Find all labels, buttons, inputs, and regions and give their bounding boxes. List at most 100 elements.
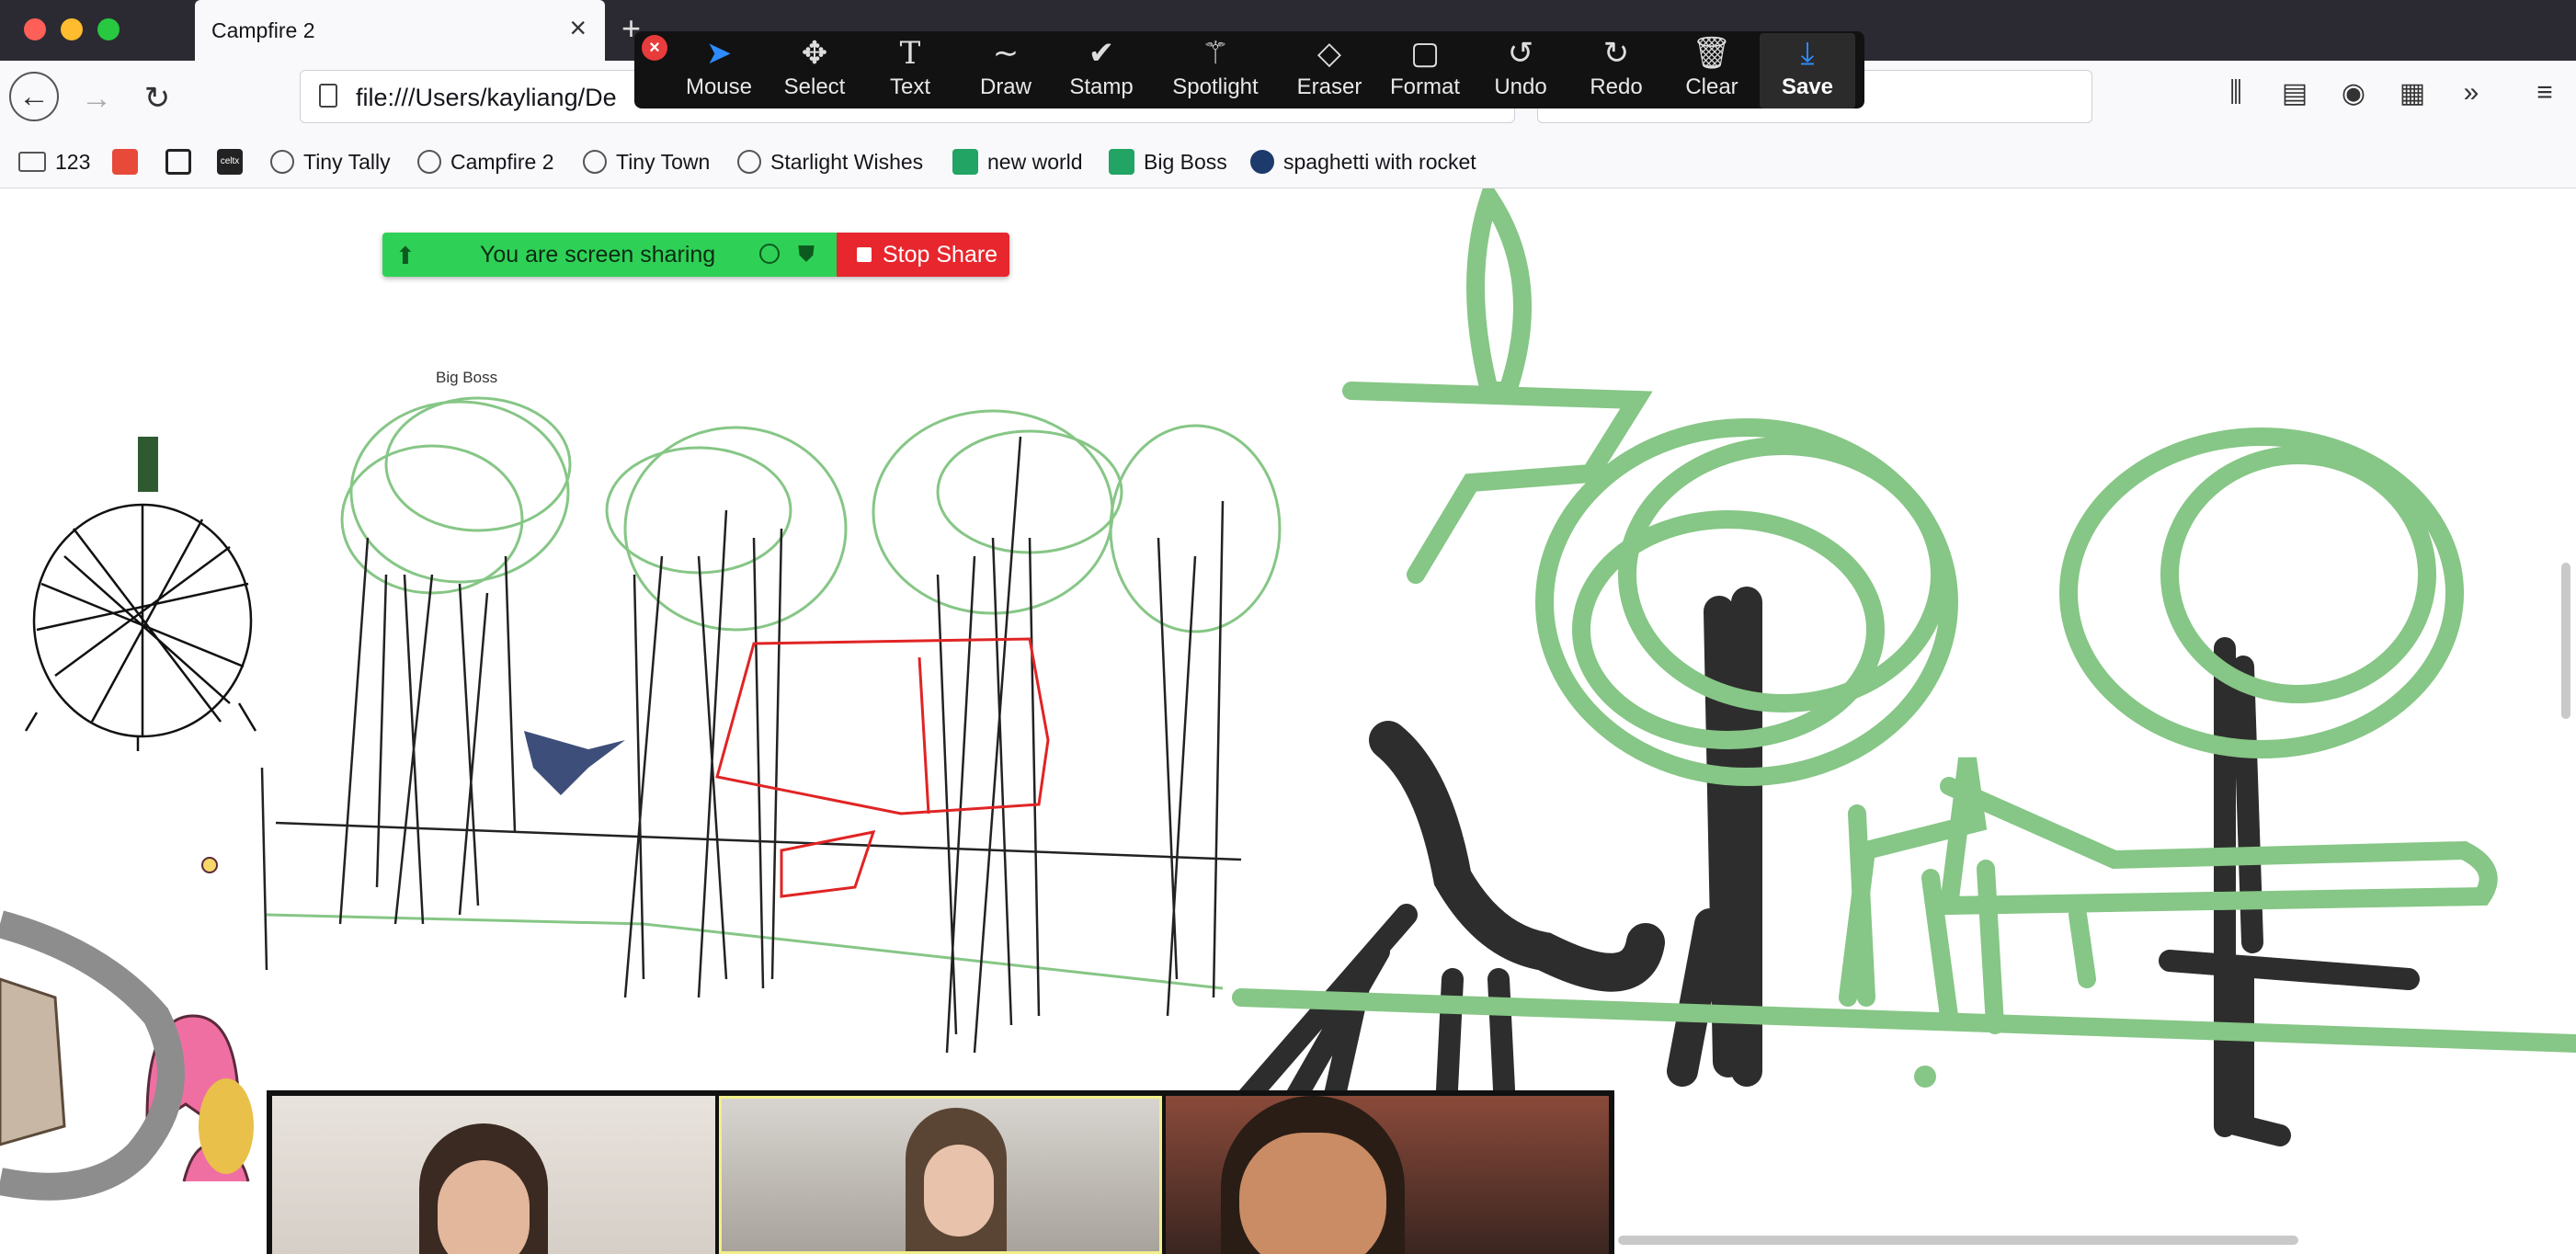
- forward-icon[interactable]: →: [70, 72, 123, 125]
- game-icon-1: [112, 149, 138, 175]
- globe-icon: [583, 150, 607, 174]
- url-text: file:///Users/kayliang/De: [356, 84, 617, 111]
- tool-select[interactable]: ✥ Select: [767, 33, 862, 108]
- tool-spotlight[interactable]: ⚚ Spotlight: [1166, 33, 1265, 108]
- close-annotation-icon[interactable]: ×: [642, 35, 667, 61]
- library-icon[interactable]: ⫼: [2214, 77, 2258, 108]
- share-status: ⬆ You are screen sharing ⛊: [382, 233, 837, 277]
- sheets-icon: [952, 149, 978, 175]
- bookmark-new-world[interactable]: new world: [952, 143, 1083, 180]
- figurine-sprite: [138, 437, 158, 492]
- bookmark-game-2[interactable]: [165, 143, 200, 180]
- celtx-icon: celtx: [217, 149, 243, 175]
- horizontal-scrollbar[interactable]: [1618, 1236, 2298, 1245]
- share-status-text: You are screen sharing: [480, 242, 716, 268]
- bookmark-folder-123[interactable]: 123: [18, 143, 90, 180]
- dome-sketch: [24, 503, 257, 751]
- globe-icon: [417, 150, 441, 174]
- eraser-icon: ◇: [1316, 36, 1342, 71]
- drag-handle-icon[interactable]: ⬆: [395, 242, 416, 270]
- bookmark-label: Tiny Town: [616, 149, 711, 174]
- close-window-button[interactable]: [24, 18, 46, 40]
- shield-icon: ⛊: [798, 242, 815, 267]
- tool-label: Draw: [979, 74, 1032, 99]
- tool-label: Text: [889, 74, 930, 99]
- video-gallery-strip: [267, 1090, 1614, 1254]
- bookmark-spaghetti-with-rocket[interactable]: spaghetti with rocket: [1250, 143, 1476, 180]
- undo-icon: ↺: [1507, 36, 1534, 71]
- tool-label: Save: [1781, 74, 1834, 99]
- bookmark-label: 123: [55, 149, 91, 174]
- square-icon: ▢: [1409, 36, 1441, 71]
- tool-label: Mouse: [685, 74, 753, 99]
- bookmark-game-1[interactable]: [112, 143, 147, 180]
- overflow-chevron-icon[interactable]: »: [2449, 77, 2493, 108]
- squiggle-icon: ∼: [992, 36, 1020, 71]
- tool-label: Clear: [1685, 74, 1738, 99]
- tool-label: Select: [783, 74, 846, 99]
- trash-icon: 🗑: [1692, 36, 1732, 71]
- globe-icon: [270, 150, 294, 174]
- globe-icon: [1250, 150, 1274, 174]
- video-tile-2[interactable]: [719, 1096, 1162, 1254]
- tool-format[interactable]: ▢ Format: [1377, 33, 1473, 108]
- tool-text[interactable]: T Text: [862, 33, 958, 108]
- video-tile-3[interactable]: [1166, 1096, 1609, 1254]
- back-icon[interactable]: ←: [9, 72, 59, 121]
- screen-share-bar: ⬆ You are screen sharing ⛊ Stop Share: [382, 233, 1009, 277]
- record-icon[interactable]: [759, 244, 780, 264]
- bottle-sprite: [199, 1078, 254, 1174]
- bookmark-tiny-tally[interactable]: Tiny Tally: [270, 143, 391, 180]
- bookmark-label: spaghetti with rocket: [1283, 149, 1476, 174]
- bookmark-celtx[interactable]: celtx: [217, 143, 243, 180]
- tool-label: Redo: [1590, 74, 1643, 99]
- tool-save[interactable]: ⤓ Save: [1760, 33, 1855, 108]
- tool-stamp[interactable]: ✔ Stamp: [1054, 33, 1149, 108]
- account-icon[interactable]: ◉: [2331, 77, 2376, 109]
- stop-share-button[interactable]: Stop Share: [837, 233, 1009, 277]
- tab-title: Campfire 2: [211, 18, 315, 42]
- raptor-sprite: [524, 731, 625, 795]
- globe-icon: [737, 150, 761, 174]
- tool-eraser[interactable]: ◇ Eraser: [1282, 33, 1377, 108]
- stop-icon: [857, 247, 872, 262]
- minimize-window-button[interactable]: [61, 18, 83, 40]
- bookmark-label: Campfire 2: [450, 149, 554, 174]
- vertical-scrollbar[interactable]: [2561, 563, 2570, 719]
- reload-icon[interactable]: ↻: [131, 72, 184, 125]
- bookmark-tiny-town[interactable]: Tiny Town: [583, 143, 710, 180]
- wand-icon: ⚚: [1201, 36, 1230, 71]
- game-icon-2: [165, 149, 191, 175]
- stop-share-label: Stop Share: [883, 242, 998, 268]
- zoom-window-button[interactable]: [97, 18, 120, 40]
- sidebar-icon[interactable]: ▤: [2273, 77, 2317, 109]
- bookmark-big-boss[interactable]: Big Boss: [1109, 143, 1227, 180]
- download-icon: ⤓: [1800, 36, 1815, 71]
- tool-mouse[interactable]: ➤ Mouse: [671, 33, 767, 108]
- text-icon: T: [899, 35, 921, 72]
- check-icon: ✔: [1088, 36, 1115, 71]
- tool-label: Undo: [1494, 74, 1547, 99]
- menu-icon[interactable]: ≡: [2523, 77, 2567, 108]
- page-icon: [319, 84, 337, 108]
- sheets-icon: [1109, 149, 1134, 175]
- tool-label: Spotlight: [1172, 74, 1259, 99]
- tool-label: Format: [1389, 74, 1460, 99]
- extensions-icon[interactable]: ▦: [2390, 77, 2434, 109]
- video-tile-1[interactable]: [272, 1096, 715, 1254]
- bookmark-campfire-2[interactable]: Campfire 2: [417, 143, 553, 180]
- bookmarks-toolbar: 123 celtx Tiny Tally Campfire 2 Tiny Tow…: [0, 136, 2576, 188]
- redo-icon: ↻: [1602, 36, 1630, 71]
- tab-campfire-2[interactable]: Campfire 2 ×: [195, 0, 605, 61]
- tool-clear[interactable]: 🗑 Clear: [1664, 33, 1760, 108]
- embedded-big-boss-tag: Big Boss: [436, 369, 498, 386]
- tool-label: Eraser: [1296, 74, 1362, 99]
- cursor-icon: ➤: [705, 36, 733, 71]
- tool-undo[interactable]: ↺ Undo: [1473, 33, 1568, 108]
- bookmark-label: Tiny Tally: [303, 149, 391, 174]
- close-tab-icon[interactable]: ×: [569, 13, 587, 42]
- bookmark-starlight-wishes[interactable]: Starlight Wishes: [737, 143, 923, 180]
- tool-redo[interactable]: ↻ Redo: [1568, 33, 1664, 108]
- tool-draw[interactable]: ∼ Draw: [958, 33, 1054, 108]
- bookmark-label: Big Boss: [1144, 149, 1227, 174]
